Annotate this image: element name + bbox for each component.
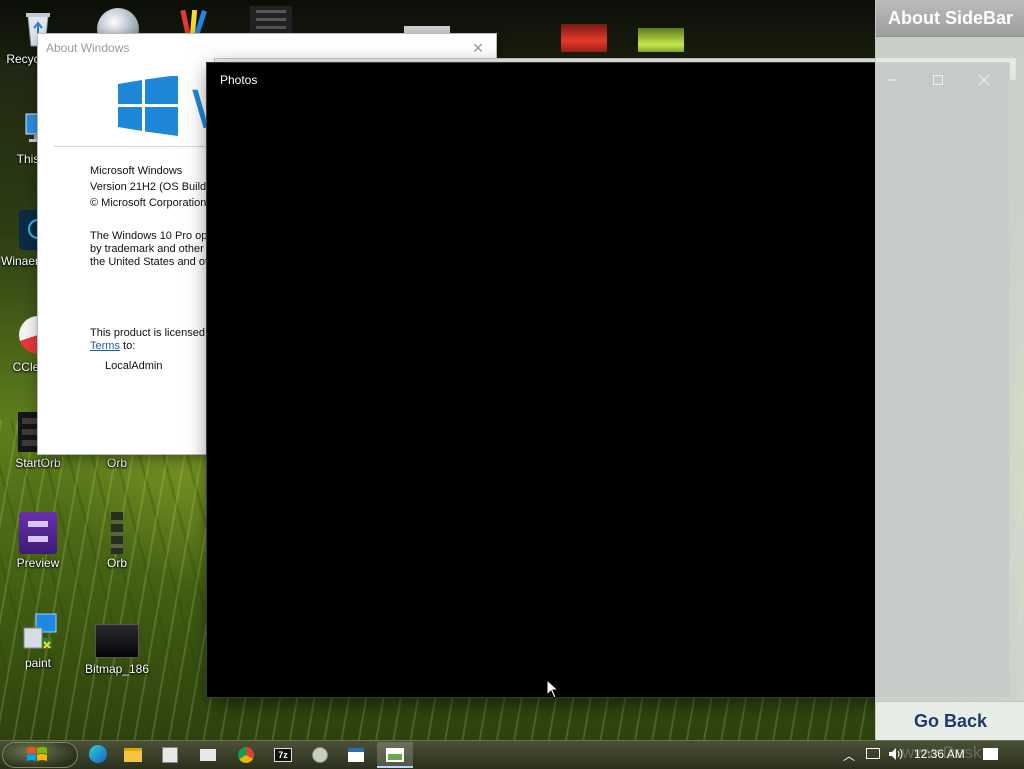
- thumbnail-grass[interactable]: [638, 28, 684, 52]
- about-windows-title: About Windows: [46, 41, 130, 55]
- show-hidden-icons-button[interactable]: ︿: [843, 747, 855, 764]
- terms-suffix: to:: [123, 340, 136, 352]
- paint-installer-icon: [18, 612, 58, 652]
- 7zip-icon[interactable]: 7z: [274, 745, 294, 765]
- file-explorer-icon[interactable]: [124, 745, 144, 765]
- desktop-icon-label: Preview: [16, 556, 60, 570]
- desktop-icon-bitmap[interactable]: Bitmap_186: [80, 624, 154, 676]
- preview-icon: [18, 512, 58, 554]
- product-name: Microsoft Windows: [90, 165, 183, 177]
- mail-icon[interactable]: [200, 745, 220, 765]
- mouse-cursor: [546, 678, 560, 702]
- chevron-up-icon: ︿: [843, 749, 856, 763]
- desktop-icon-label: Bitmap_186: [84, 662, 150, 676]
- thumbnail-red[interactable]: [561, 24, 607, 52]
- bitmap-thumbnail-icon: [95, 624, 139, 658]
- desktop-icon-label: StartOrb: [15, 456, 61, 470]
- trademark-text-1: The Windows 10 Pro ope: [90, 230, 214, 242]
- sidebar-header: About SideBar: [876, 0, 1024, 37]
- licensed-user: LocalAdmin: [105, 360, 163, 372]
- orb-strip-icon: [97, 512, 137, 554]
- desktop-icon-orb-2[interactable]: Orb: [80, 512, 154, 570]
- trademark-text-3: the United States and ot: [90, 256, 209, 268]
- photos-taskbar-button[interactable]: [377, 742, 413, 768]
- thumbnail-dark[interactable]: [250, 6, 292, 34]
- edge-icon[interactable]: [89, 745, 109, 765]
- go-back-button[interactable]: Go Back: [876, 701, 1024, 740]
- start-button[interactable]: [2, 742, 78, 768]
- sidebar-panel: About SideBar Go Back: [875, 0, 1024, 740]
- chrome-icon[interactable]: [238, 745, 258, 765]
- license-terms-line: Terms to:: [90, 340, 135, 352]
- desktop-icon-label: Orb: [106, 456, 127, 470]
- network-icon[interactable]: [866, 747, 880, 759]
- close-icon: ✕: [472, 40, 484, 56]
- tweaker-icon[interactable]: [312, 745, 332, 765]
- photos-icon: [386, 748, 404, 762]
- desktop-icon-label: Orb: [106, 556, 127, 570]
- license-text: This product is licensed u: [90, 327, 215, 339]
- copyright-text: © Microsoft Corporation: [90, 197, 207, 209]
- taskbar: 7z ︿ 12:36 AM www.Deskto: [0, 740, 1024, 769]
- desktop-icon-paint[interactable]: paint: [1, 612, 75, 670]
- thumbnail-gray[interactable]: [404, 26, 450, 34]
- desktop-icon-label: paint: [24, 656, 52, 670]
- store-icon[interactable]: [162, 745, 182, 765]
- terms-link[interactable]: Terms: [90, 340, 120, 352]
- app-window-icon[interactable]: [348, 745, 368, 765]
- windows-flag-icon: [27, 747, 47, 761]
- desktop-icon-preview[interactable]: Preview: [1, 512, 75, 570]
- trademark-text-2: by trademark and other: [90, 243, 204, 255]
- photos-title: Photos: [220, 73, 258, 87]
- watermark-text: www.Deskto: [902, 743, 982, 762]
- version-text: Version 21H2 (OS Build 1: [90, 181, 216, 193]
- notifications-icon[interactable]: [983, 747, 998, 760]
